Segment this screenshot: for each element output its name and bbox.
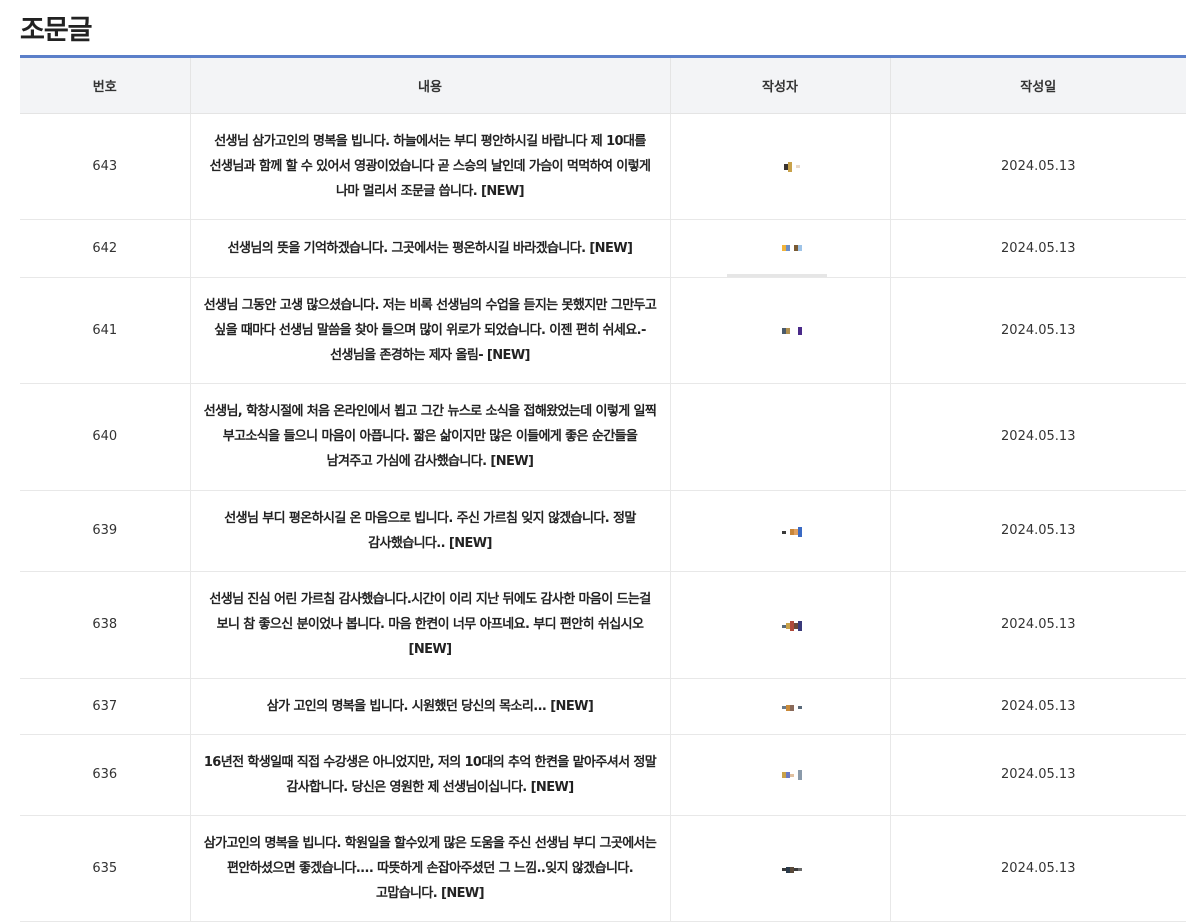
table-header-row: 번호 내용 작성자 작성일	[20, 58, 1186, 114]
table-row[interactable]: 641 선생님 그동안 고생 많으셨습니다. 저는 비록 선생님의 수업을 듣지…	[20, 277, 1186, 384]
row-number: 637	[20, 678, 190, 735]
header-content: 내용	[189, 58, 670, 114]
row-author	[669, 490, 890, 572]
author-cell	[671, 220, 890, 277]
row-number: 640	[20, 383, 190, 491]
table-row[interactable]: 637 삼가 고인의 명복을 빕니다. 시원했던 당신의 목소리... [NEW…	[20, 678, 1186, 735]
table-row[interactable]: 636 16년전 학생일때 직접 수강생은 아니었지만, 저의 10대의 추억 …	[20, 734, 1186, 816]
table-row[interactable]: 639 선생님 부디 평온하시길 온 마음으로 빕니다. 주신 가르침 잊지 않…	[20, 490, 1186, 572]
row-number: 643	[20, 113, 190, 220]
condolence-board: 번호 내용 작성자 작성일 643 선생님 삼가고인의 명복을 빕니다. 하늘에…	[20, 55, 1186, 922]
condolence-table: 번호 내용 작성자 작성일 643 선생님 삼가고인의 명복을 빕니다. 하늘에…	[20, 58, 1186, 922]
row-author	[669, 734, 890, 816]
table-row[interactable]: 635 삼가고인의 명복을 빕니다. 학원일을 할수있게 많은 도움을 주신 선…	[20, 815, 1186, 922]
row-content-link[interactable]: 선생님 그동안 고생 많으셨습니다. 저는 비록 선생님의 수업을 듣지는 못했…	[189, 277, 670, 384]
row-date: 2024.05.13	[889, 219, 1186, 278]
row-content-link[interactable]: 삼가 고인의 명복을 빕니다. 시원했던 당신의 목소리... [NEW]	[189, 678, 670, 735]
page-title: 조문글	[20, 15, 93, 46]
blurred-author-name	[781, 325, 802, 337]
row-number: 642	[20, 219, 190, 278]
row-number: 635	[20, 815, 190, 922]
row-number: 638	[20, 571, 190, 679]
row-number: 639	[20, 490, 190, 572]
header-author: 작성자	[669, 58, 890, 114]
author-underline	[726, 273, 827, 277]
row-number: 641	[20, 277, 190, 384]
row-number: 636	[20, 734, 190, 816]
blurred-author-name	[783, 161, 800, 173]
row-date: 2024.05.13	[889, 490, 1186, 572]
row-content-link[interactable]: 삼가고인의 명복을 빕니다. 학원일을 할수있게 많은 도움을 주신 선생님 부…	[189, 815, 670, 922]
row-content-link[interactable]: 선생님 진심 어린 가르침 감사했습니다.시간이 이리 지난 뒤에도 감사한 마…	[189, 571, 670, 679]
header-number: 번호	[20, 58, 190, 114]
blurred-author-name	[781, 864, 802, 876]
blurred-author-name	[781, 620, 802, 632]
row-author	[669, 383, 890, 491]
blurred-author-name	[781, 769, 802, 781]
row-author	[669, 219, 890, 278]
row-content-link[interactable]: 선생님의 뜻을 기억하겠습니다. 그곳에서는 평온하시길 바라겠습니다. [NE…	[189, 219, 670, 278]
table-row[interactable]: 643 선생님 삼가고인의 명복을 빕니다. 하늘에서는 부디 평안하시길 바랍…	[20, 113, 1186, 220]
row-author	[669, 571, 890, 679]
header-date: 작성일	[889, 58, 1186, 114]
row-date: 2024.05.13	[889, 678, 1186, 735]
row-content-link[interactable]: 16년전 학생일때 직접 수강생은 아니었지만, 저의 10대의 추억 한켠을 …	[189, 734, 670, 816]
table-row[interactable]: 642 선생님의 뜻을 기억하겠습니다. 그곳에서는 평온하시길 바라겠습니다.…	[20, 219, 1186, 278]
row-date: 2024.05.13	[889, 571, 1186, 679]
row-content-link[interactable]: 선생님 삼가고인의 명복을 빕니다. 하늘에서는 부디 평안하시길 바랍니다 제…	[189, 113, 670, 220]
row-date: 2024.05.13	[889, 383, 1186, 491]
row-date: 2024.05.13	[889, 277, 1186, 384]
row-author	[669, 277, 890, 384]
row-date: 2024.05.13	[889, 815, 1186, 922]
row-content-link[interactable]: 선생님, 학창시절에 처음 온라인에서 뵙고 그간 뉴스로 소식을 접해왔었는데…	[189, 383, 670, 491]
row-date: 2024.05.13	[889, 734, 1186, 816]
blurred-author-name	[781, 242, 802, 254]
table-row[interactable]: 640 선생님, 학창시절에 처음 온라인에서 뵙고 그간 뉴스로 소식을 접해…	[20, 383, 1186, 491]
blurred-author-name	[781, 526, 802, 538]
row-author	[669, 113, 890, 220]
row-author	[669, 815, 890, 922]
table-row[interactable]: 638 선생님 진심 어린 가르침 감사했습니다.시간이 이리 지난 뒤에도 감…	[20, 571, 1186, 679]
row-date: 2024.05.13	[889, 113, 1186, 220]
blurred-author-name	[781, 702, 802, 714]
row-author	[669, 678, 890, 735]
row-content-link[interactable]: 선생님 부디 평온하시길 온 마음으로 빕니다. 주신 가르침 잊지 않겠습니다…	[189, 490, 670, 572]
